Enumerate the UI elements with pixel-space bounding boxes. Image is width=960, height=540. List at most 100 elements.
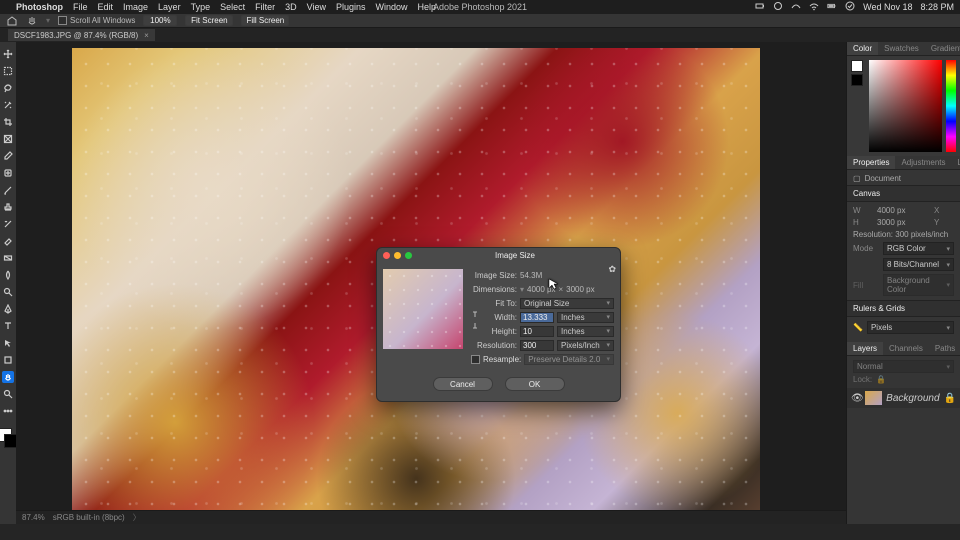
more-tools[interactable] xyxy=(2,405,14,417)
menu-image[interactable]: Image xyxy=(123,2,148,12)
brush-tool[interactable] xyxy=(2,184,14,196)
properties-context: Document xyxy=(865,174,901,183)
link-icon[interactable] xyxy=(471,310,479,330)
window-minimize-icon[interactable] xyxy=(394,252,401,259)
mac-menubar: Photoshop File Edit Image Layer Type Sel… xyxy=(0,0,960,14)
type-tool[interactable] xyxy=(2,320,14,332)
systray-icon[interactable] xyxy=(791,1,801,13)
menu-layer[interactable]: Layer xyxy=(158,2,181,12)
menu-app[interactable]: Photoshop xyxy=(16,2,63,12)
ok-button[interactable]: OK xyxy=(505,377,565,391)
tab-swatches[interactable]: Swatches xyxy=(878,42,925,55)
stamp-tool[interactable] xyxy=(2,201,14,213)
home-icon[interactable] xyxy=(6,15,18,27)
eraser-tool[interactable] xyxy=(2,235,14,247)
window-zoom-icon[interactable] xyxy=(405,252,412,259)
cancel-button[interactable]: Cancel xyxy=(433,377,493,391)
fit-to-select[interactable]: Original Size xyxy=(520,298,614,309)
canvas-section[interactable]: Canvas xyxy=(853,189,880,198)
visibility-icon[interactable]: 👁 xyxy=(851,393,861,404)
tab-layers[interactable]: Layers xyxy=(847,342,883,355)
menu-file[interactable]: File xyxy=(73,2,88,12)
ruler-unit-select[interactable]: Pixels xyxy=(867,321,954,334)
close-tab-icon[interactable]: × xyxy=(144,31,149,40)
dimensions-unit-popup[interactable]: ▾ xyxy=(520,285,524,294)
gradient-tool[interactable] xyxy=(2,252,14,264)
menubar-date[interactable]: Wed Nov 18 xyxy=(863,2,912,12)
crop-tool[interactable] xyxy=(2,116,14,128)
menubar-time[interactable]: 8:28 PM xyxy=(920,2,954,12)
marquee-tool[interactable] xyxy=(2,65,14,77)
healing-tool[interactable] xyxy=(2,167,14,179)
tab-libraries[interactable]: Libraries xyxy=(952,156,960,169)
canvas-height[interactable]: 3000 px xyxy=(877,218,930,227)
menu-help[interactable]: Help xyxy=(418,2,437,12)
resolution-input[interactable] xyxy=(520,340,554,351)
height-unit-select[interactable]: Inches xyxy=(557,326,614,337)
systray-icon[interactable] xyxy=(773,1,783,13)
document-tab[interactable]: DSCF1983.JPG @ 87.4% (RGB/8) × xyxy=(8,29,155,41)
hand-tool[interactable] xyxy=(2,371,14,383)
rulers-section[interactable]: Rulers & Grids xyxy=(853,304,905,313)
gear-icon[interactable]: ✿ xyxy=(608,264,616,275)
menu-view[interactable]: View xyxy=(307,2,326,12)
fit-screen-button[interactable]: Fit Screen xyxy=(185,15,233,26)
status-zoom[interactable]: 87.4% xyxy=(22,513,45,522)
wand-tool[interactable] xyxy=(2,99,14,111)
width-unit-select[interactable]: Inches xyxy=(557,312,614,323)
canvas-width[interactable]: 4000 px xyxy=(877,206,930,215)
menu-window[interactable]: Window xyxy=(376,2,408,12)
dodge-tool[interactable] xyxy=(2,286,14,298)
systray-icon[interactable] xyxy=(845,1,855,13)
document-tab-label: DSCF1983.JPG @ 87.4% (RGB/8) xyxy=(14,31,138,40)
resample-checkbox[interactable] xyxy=(471,355,480,364)
color-panel[interactable] xyxy=(847,56,960,156)
bits-select[interactable]: 8 Bits/Channel xyxy=(883,258,954,271)
dialog-title: Image Size xyxy=(416,251,614,260)
zoom-100-button[interactable]: 100% xyxy=(143,15,177,26)
tab-color[interactable]: Color xyxy=(847,42,878,55)
tab-paths[interactable]: Paths xyxy=(929,342,960,355)
tab-properties[interactable]: Properties xyxy=(847,156,895,169)
shape-tool[interactable] xyxy=(2,354,14,366)
resample-label: Resample: xyxy=(483,355,521,364)
hand-tool-icon[interactable] xyxy=(26,15,38,27)
canvas-area[interactable]: Image Size ✿ Image Size: 54.3M Dimension… xyxy=(16,42,846,524)
menu-3d[interactable]: 3D xyxy=(285,2,297,12)
battery-icon[interactable] xyxy=(827,1,837,13)
blur-tool[interactable] xyxy=(2,269,14,281)
menu-edit[interactable]: Edit xyxy=(98,2,114,12)
scroll-all-windows-checkbox[interactable]: Scroll All Windows xyxy=(58,16,135,25)
wifi-icon[interactable] xyxy=(809,1,819,13)
document-tab-bar: DSCF1983.JPG @ 87.4% (RGB/8) × xyxy=(0,28,960,42)
move-tool[interactable] xyxy=(2,48,14,60)
menu-plugins[interactable]: Plugins xyxy=(336,2,366,12)
menu-type[interactable]: Type xyxy=(191,2,211,12)
history-brush-tool[interactable] xyxy=(2,218,14,230)
layer-thumbnail[interactable] xyxy=(865,391,882,405)
width-input[interactable] xyxy=(520,312,554,323)
eyedropper-tool[interactable] xyxy=(2,150,14,162)
resolution-unit-select[interactable]: Pixels/Inch xyxy=(557,340,614,351)
color-picker[interactable] xyxy=(869,60,942,152)
height-input[interactable] xyxy=(520,326,554,337)
tab-channels[interactable]: Channels xyxy=(883,342,929,355)
lasso-tool[interactable] xyxy=(2,82,14,94)
menu-select[interactable]: Select xyxy=(220,2,245,12)
zoom-tool[interactable] xyxy=(2,388,14,400)
window-close-icon[interactable] xyxy=(383,252,390,259)
fill-screen-button[interactable]: Fill Screen xyxy=(241,15,289,26)
hue-slider[interactable] xyxy=(946,60,956,152)
systray-icon[interactable] xyxy=(755,1,765,13)
pen-tool[interactable] xyxy=(2,303,14,315)
path-select-tool[interactable] xyxy=(2,337,14,349)
layer-row[interactable]: 👁 Background 🔒 xyxy=(847,388,960,408)
layer-name[interactable]: Background xyxy=(886,393,939,404)
mode-select[interactable]: RGB Color xyxy=(883,242,954,255)
status-info[interactable]: sRGB built-in (8bpc) xyxy=(53,513,125,522)
tab-adjustments[interactable]: Adjustments xyxy=(895,156,951,169)
menu-filter[interactable]: Filter xyxy=(255,2,275,12)
frame-tool[interactable] xyxy=(2,133,14,145)
document-icon: ▢ xyxy=(853,174,861,183)
tab-gradients[interactable]: Gradients xyxy=(925,42,960,55)
